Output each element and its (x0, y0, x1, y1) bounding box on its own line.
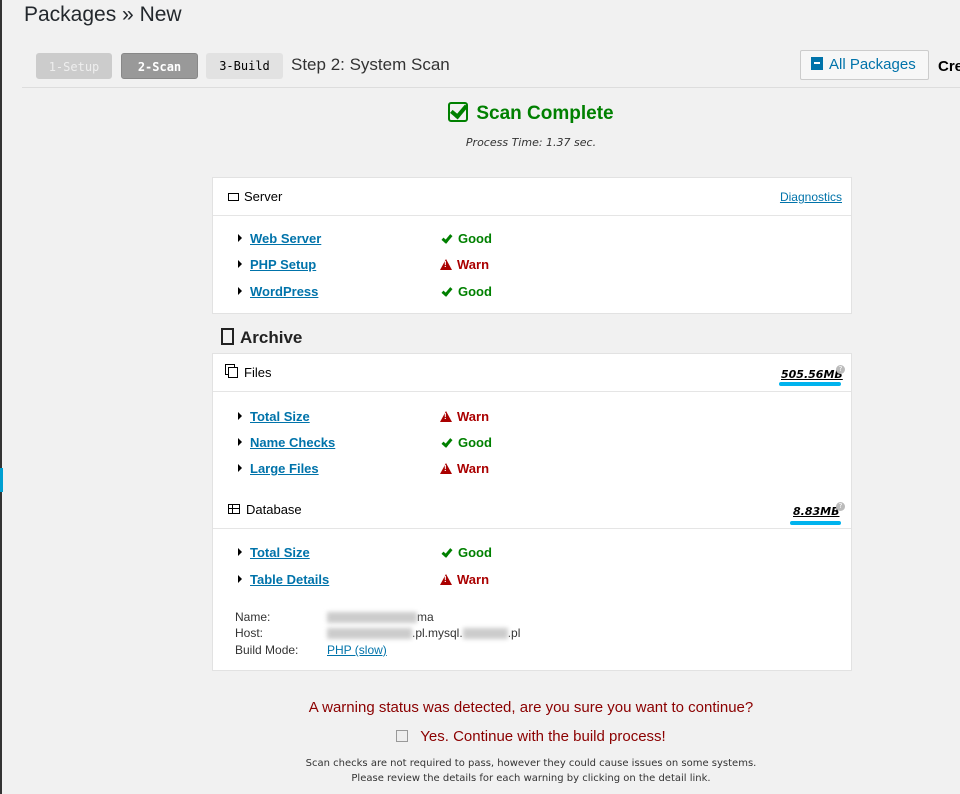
file-zip-icon (221, 328, 234, 345)
total-size-link[interactable]: Total Size (250, 409, 310, 424)
server-row-php-setup: PHP Setup Warn (238, 257, 489, 272)
continue-checkbox[interactable] (396, 730, 409, 742)
files-row-name-checks: Name Checks Good (238, 435, 492, 450)
status-good: Good (440, 284, 492, 299)
warning-icon (440, 574, 452, 585)
files-row-total-size: Total SizeWarn (238, 409, 489, 424)
table-details-link[interactable]: Table Details (250, 572, 329, 587)
files-row-large-files: Large FilesWarn (238, 461, 489, 476)
redacted (462, 628, 508, 640)
warning-icon (440, 259, 452, 270)
continue-label[interactable]: Yes. Continue with the build process! (420, 728, 665, 745)
archive-heading: Archive (221, 328, 302, 348)
db-total-size-link[interactable]: Total Size (250, 545, 310, 560)
archive-panel: Files 505.56MB ? Total SizeWarn Name Che… (212, 353, 852, 671)
expand-arrow-icon[interactable] (238, 234, 242, 242)
server-header: Server Diagnostics (213, 178, 851, 216)
database-title: Database (246, 502, 302, 517)
status-warn: Warn (440, 257, 489, 272)
redacted (327, 628, 412, 640)
process-time: Process Time: 1.37 sec. (465, 136, 597, 149)
confirm-continue[interactable]: Yes. Continue with the build process! (0, 728, 960, 745)
step-setup: 1-Setup (36, 53, 112, 79)
scan-note-1: Scan checks are not required to pass, ho… (305, 758, 757, 769)
db-row-table-details: Table DetailsWarn (238, 572, 489, 587)
files-size: 505.56MB (781, 368, 843, 381)
db-host: Host: .pl.mysql. .pl (235, 626, 521, 640)
scan-complete-text: Scan Complete (476, 103, 614, 124)
left-marker (0, 468, 3, 492)
expand-arrow-icon[interactable] (238, 438, 242, 446)
expand-arrow-icon[interactable] (238, 412, 242, 420)
warning-message: A warning status was detected, are you s… (308, 699, 754, 716)
help-icon[interactable]: ? (836, 365, 845, 374)
server-row-wordpress: WordPress Good (238, 284, 492, 299)
all-packages-label: All Packages (829, 56, 916, 73)
scan-complete-heading: Scan Complete (0, 102, 960, 125)
server-icon (228, 193, 239, 201)
warning-icon (440, 411, 452, 422)
db-build-mode: Build Mode: PHP (slow) (235, 643, 387, 657)
step-build: 3-Build (206, 53, 283, 79)
expand-arrow-icon[interactable] (238, 548, 242, 556)
step-scan: 2-Scan (121, 53, 198, 79)
large-files-link[interactable]: Large Files (250, 461, 319, 476)
archive-icon (811, 57, 823, 70)
expand-arrow-icon[interactable] (238, 464, 242, 472)
warning-icon (440, 463, 452, 474)
database-header: Database (213, 491, 851, 529)
wordpress-link[interactable]: WordPress (250, 284, 318, 299)
diagnostics-link[interactable]: Diagnostics (780, 178, 842, 216)
table-icon (228, 504, 240, 514)
db-row-total-size: Total Size Good (238, 545, 492, 560)
web-server-link[interactable]: Web Server (250, 231, 321, 246)
name-checks-link[interactable]: Name Checks (250, 435, 335, 450)
check-icon (441, 546, 453, 558)
expand-arrow-icon[interactable] (238, 575, 242, 583)
server-row-web-server: Web Server Good (238, 231, 492, 246)
all-packages-button[interactable]: All Packages (800, 50, 929, 80)
size-underline (779, 382, 841, 386)
status-good: Good (440, 231, 492, 246)
step-label: Step 2: System Scan (291, 55, 450, 74)
help-icon[interactable]: ? (836, 502, 845, 511)
check-square-icon (448, 102, 469, 122)
files-title: Files (244, 365, 272, 380)
size-underline (790, 521, 841, 525)
database-size: 8.83MB (793, 505, 840, 518)
server-title: Server (244, 189, 283, 204)
files-icon (228, 367, 238, 378)
server-panel: Server Diagnostics Web Server Good PHP Se… (212, 177, 852, 314)
create-new-button[interactable]: Cre (938, 58, 960, 75)
redacted (327, 612, 417, 624)
check-icon (441, 285, 453, 297)
scan-note-2: Please review the details for each warni… (351, 773, 711, 784)
page-title: Packages » New (24, 3, 182, 26)
php-setup-link[interactable]: PHP Setup (250, 257, 316, 272)
expand-arrow-icon[interactable] (238, 260, 242, 268)
build-mode-link[interactable]: PHP (slow) (327, 643, 387, 657)
divider (22, 87, 960, 88)
files-header: Files (213, 354, 851, 392)
expand-arrow-icon[interactable] (238, 287, 242, 295)
check-icon (441, 436, 453, 448)
db-name: Name: ma (235, 610, 434, 624)
check-icon (441, 232, 453, 244)
